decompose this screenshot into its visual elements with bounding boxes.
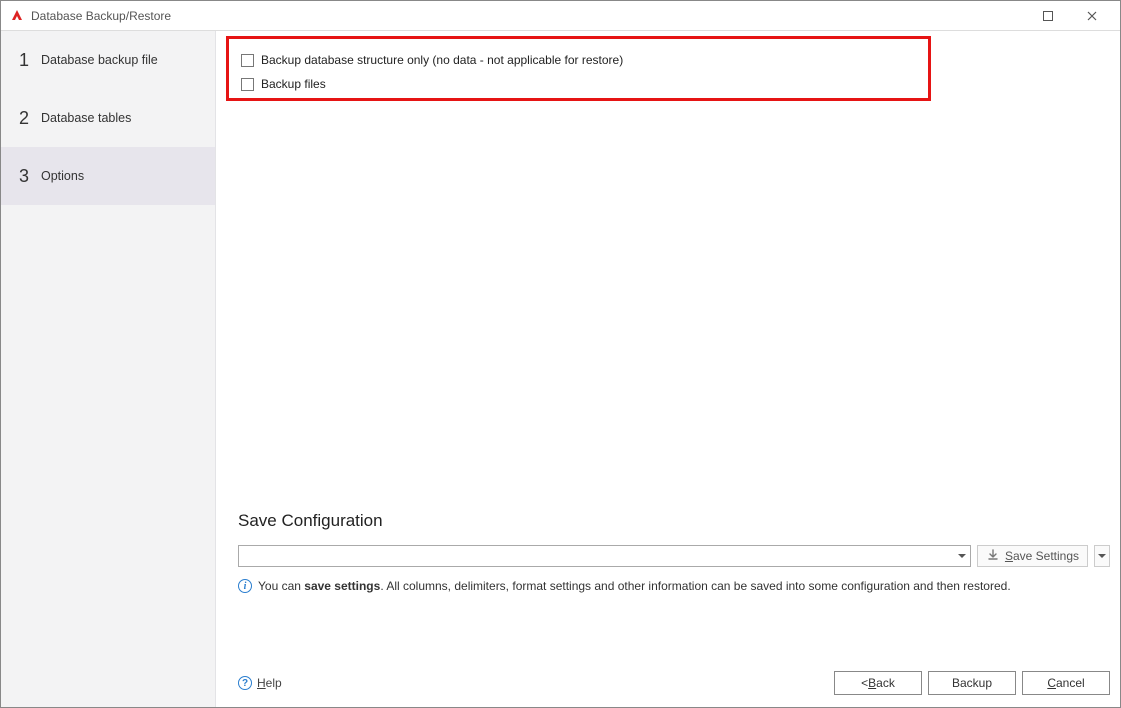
options-highlight-box: Backup database structure only (no data … — [226, 36, 931, 101]
step-label: Database tables — [41, 111, 131, 125]
window-controls — [1026, 2, 1114, 30]
sidebar-step-options[interactable]: 3 Options — [1, 147, 215, 205]
save-settings-label: Save Settings — [1005, 549, 1079, 563]
help-icon: ? — [238, 676, 252, 690]
footer-buttons: < Back Backup Cancel — [834, 671, 1110, 695]
sidebar-step-tables[interactable]: 2 Database tables — [1, 89, 215, 147]
app-icon — [9, 8, 25, 24]
checkbox-label: Backup database structure only (no data … — [261, 53, 623, 67]
chevron-down-icon — [1098, 554, 1106, 558]
step-number: 1 — [19, 50, 41, 71]
save-settings-button[interactable]: Save Settings — [977, 545, 1088, 567]
info-text: You can save settings. All columns, deli… — [258, 579, 1011, 593]
save-configuration-title: Save Configuration — [238, 511, 1110, 531]
back-button[interactable]: < Back — [834, 671, 922, 695]
backup-button[interactable]: Backup — [928, 671, 1016, 695]
step-number: 3 — [19, 166, 41, 187]
checkbox-backup-files[interactable] — [241, 78, 254, 91]
help-label: Help — [257, 676, 282, 690]
chevron-down-icon — [958, 554, 966, 558]
checkbox-row-structure-only[interactable]: Backup database structure only (no data … — [241, 49, 916, 71]
save-settings-split-button[interactable] — [1094, 545, 1110, 567]
checkbox-row-backup-files[interactable]: Backup files — [241, 73, 916, 95]
step-label: Database backup file — [41, 53, 158, 67]
configuration-dropdown[interactable] — [238, 545, 971, 567]
body-layout: 1 Database backup file 2 Database tables… — [1, 31, 1120, 707]
checkbox-structure-only[interactable] — [241, 54, 254, 67]
info-icon: i — [238, 579, 252, 593]
window-title: Database Backup/Restore — [31, 9, 171, 23]
footer-bar: ? Help < Back Backup Cancel — [216, 659, 1120, 707]
step-number: 2 — [19, 108, 41, 129]
close-button[interactable] — [1070, 2, 1114, 30]
step-label: Options — [41, 169, 84, 183]
save-configuration-section: Save Configuration Save Settings i — [238, 511, 1110, 593]
cancel-button[interactable]: Cancel — [1022, 671, 1110, 695]
sidebar-step-backup-file[interactable]: 1 Database backup file — [1, 31, 215, 89]
titlebar: Database Backup/Restore — [1, 1, 1120, 31]
save-configuration-row: Save Settings — [238, 545, 1110, 567]
wizard-sidebar: 1 Database backup file 2 Database tables… — [1, 31, 216, 707]
help-link[interactable]: ? Help — [238, 676, 282, 690]
info-row: i You can save settings. All columns, de… — [238, 579, 1110, 593]
main-panel: Backup database structure only (no data … — [216, 31, 1120, 707]
checkbox-label: Backup files — [261, 77, 326, 91]
download-icon — [986, 548, 1000, 565]
maximize-button[interactable] — [1026, 2, 1070, 30]
